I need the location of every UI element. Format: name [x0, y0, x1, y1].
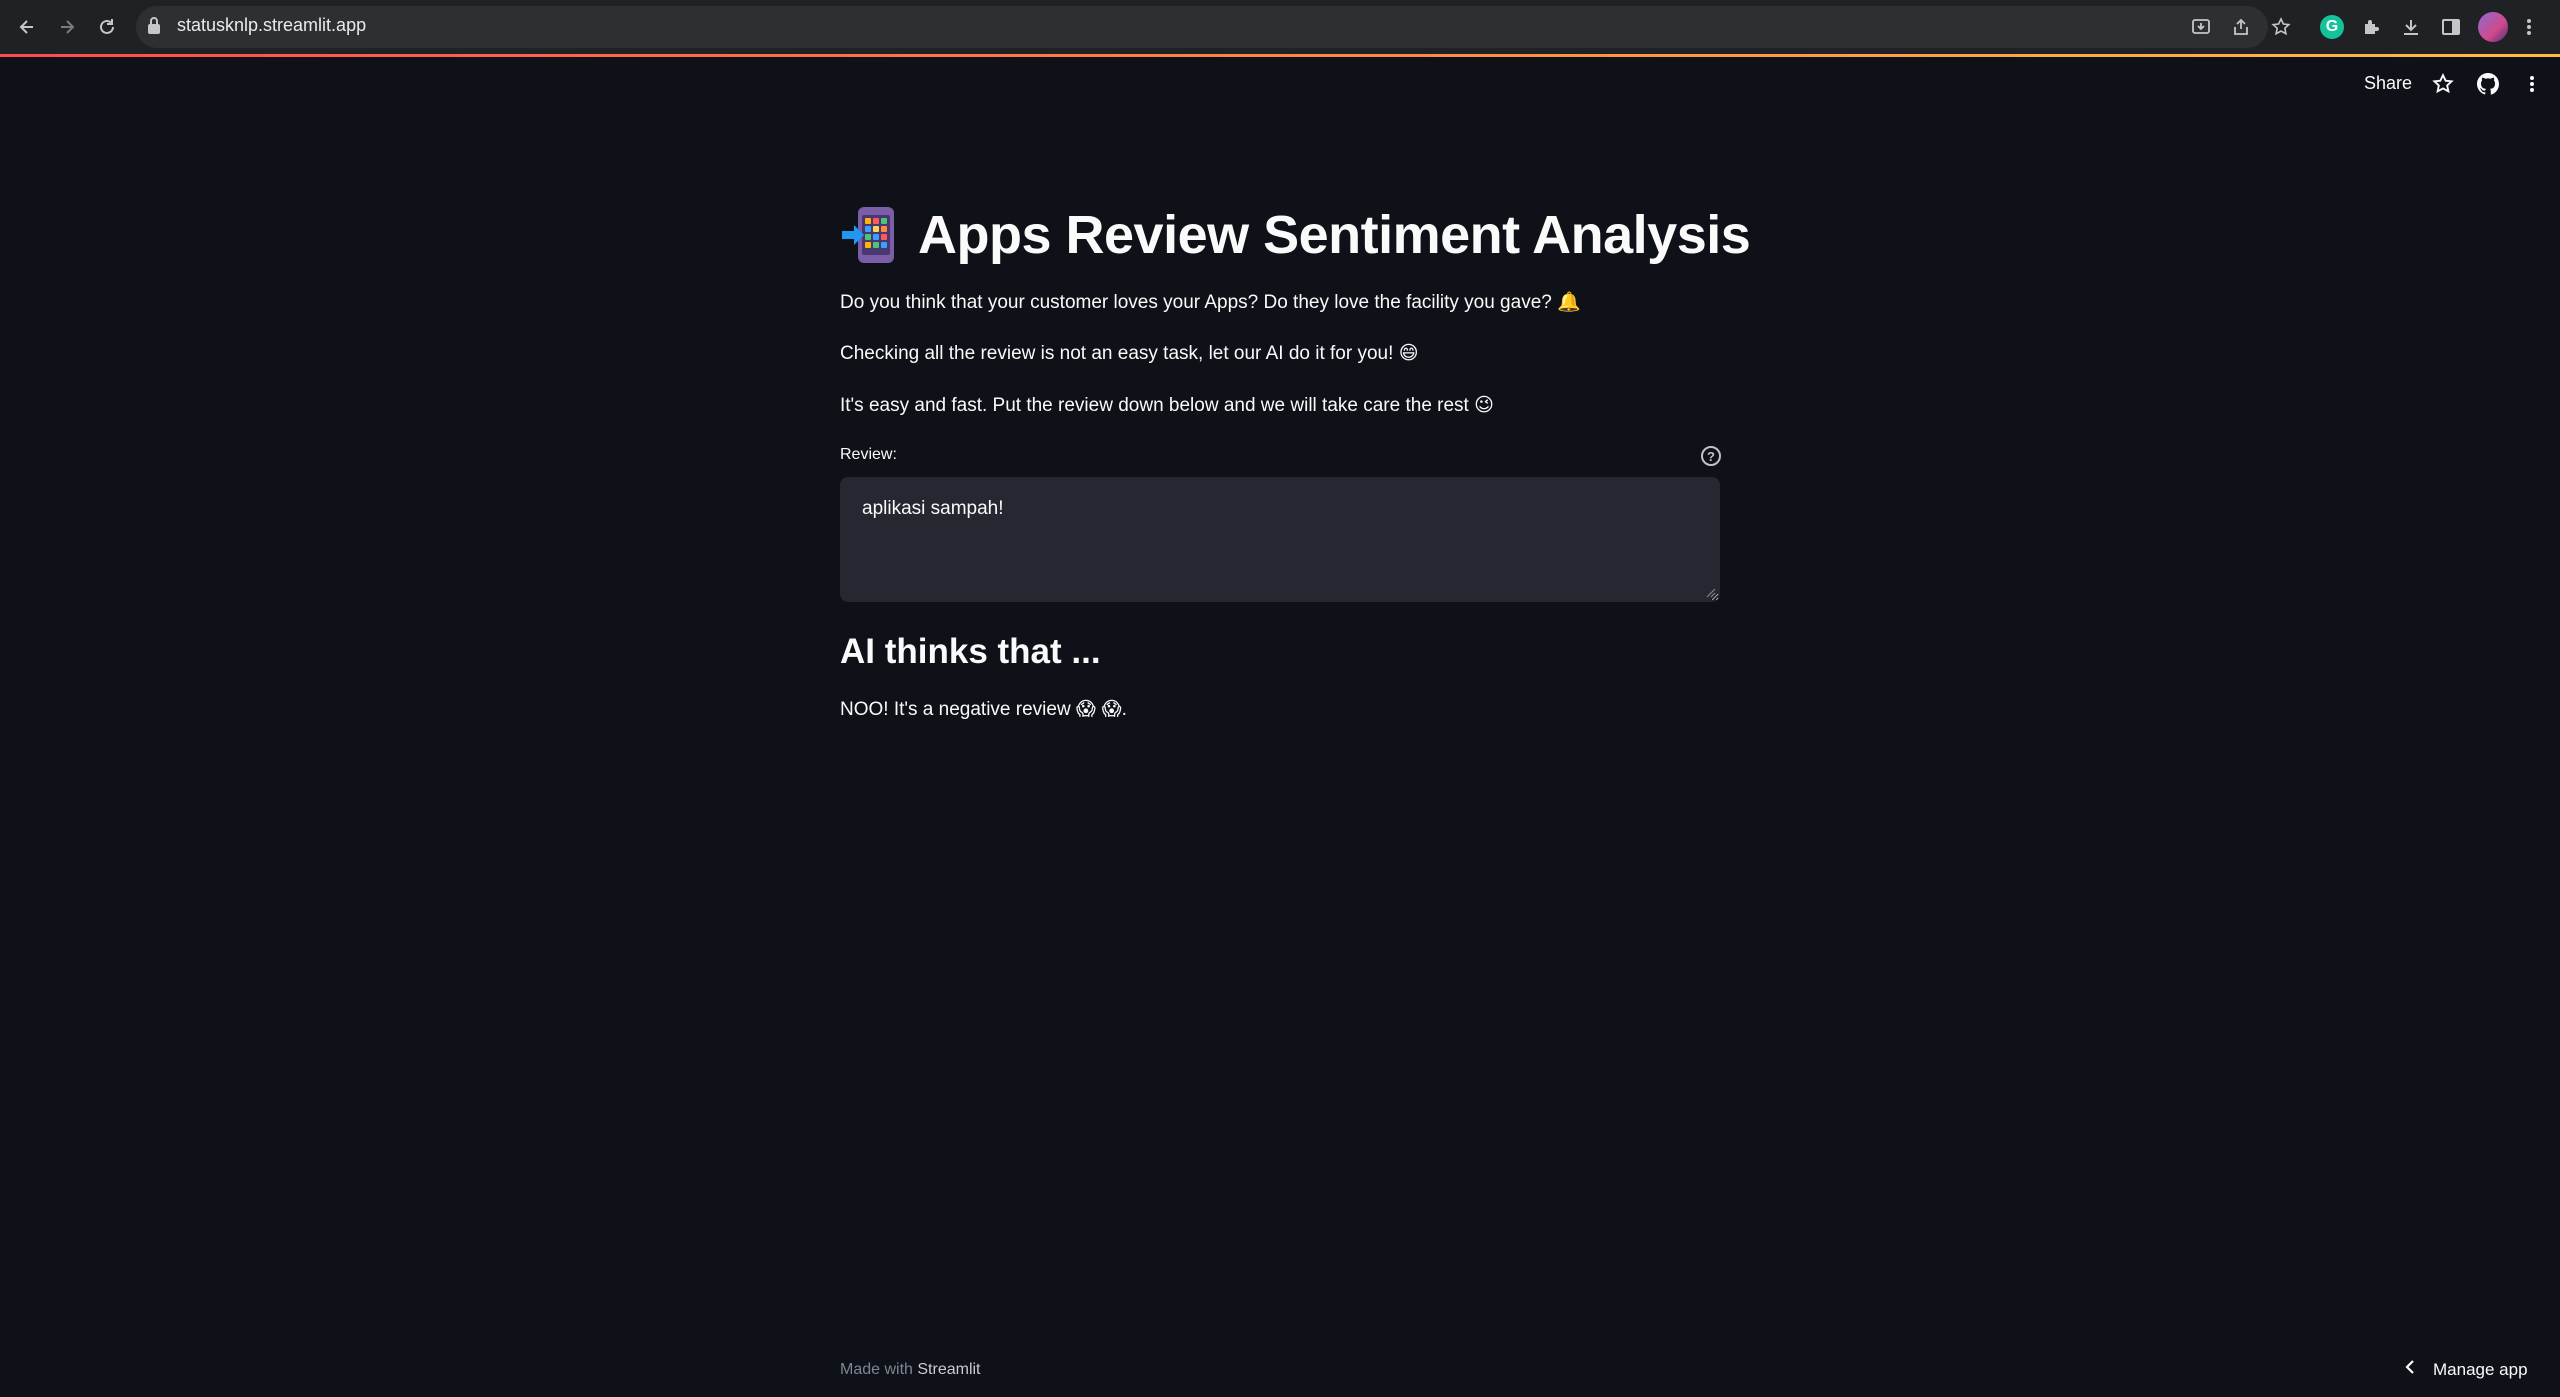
mobile-phone-arrow-emoji [842, 207, 894, 263]
review-textarea[interactable] [840, 477, 1720, 602]
share-page-icon[interactable] [2228, 14, 2254, 40]
lock-icon[interactable] [146, 16, 168, 40]
intro-paragraph-2: Checking all the review is not an easy t… [840, 342, 1419, 365]
reload-icon[interactable] [90, 10, 124, 44]
manage-app-button[interactable]: Manage app [2405, 1358, 2528, 1381]
intro-paragraph-3: It's easy and fast. Put the review down … [840, 394, 1494, 417]
browser-toolbar: statusknlp.streamlit.app G [0, 0, 2560, 54]
github-icon[interactable] [2474, 70, 2502, 98]
streamlit-top-decoration [0, 54, 2560, 57]
url-text[interactable]: statusknlp.streamlit.app [177, 15, 366, 36]
extensions-icon[interactable] [2358, 14, 2384, 40]
paragraph-text: Checking all the review is not an easy t… [840, 343, 1394, 364]
profile-avatar[interactable] [2478, 12, 2508, 42]
side-panel-icon[interactable] [2438, 14, 2464, 40]
resize-handle-icon[interactable] [1706, 588, 1716, 598]
help-icon[interactable]: ? [1701, 446, 1721, 466]
grinning-emoji: 😄 [1398, 342, 1419, 364]
share-button[interactable]: Share [2364, 73, 2412, 94]
result-text-line: NOO! It's a negative review 😱 😱. [840, 698, 1127, 721]
intro-paragraph-1: Do you think that your customer loves yo… [840, 290, 1581, 314]
result-heading: AI thinks that ... [840, 632, 1101, 671]
result-suffix: . [1121, 699, 1127, 720]
more-vertical-icon[interactable] [2518, 70, 2546, 98]
footer-streamlit-link[interactable]: Streamlit [917, 1361, 980, 1378]
bookmark-star-icon[interactable] [2268, 14, 2294, 40]
footer-made-with: Made with [840, 1361, 913, 1378]
title-text: Apps Review Sentiment Analysis [918, 205, 1751, 265]
bell-emoji: 🔔 [1557, 291, 1581, 313]
chevron-left-icon [2405, 1358, 2415, 1381]
winking-emoji: 😉 [1474, 394, 1494, 416]
grammarly-icon[interactable]: G [2320, 15, 2344, 39]
result-text: NOO! It's a negative review [840, 699, 1071, 720]
star-icon[interactable] [2429, 70, 2457, 98]
screaming-emoji: 😱 😱 [1075, 698, 1122, 720]
paragraph-text: It's easy and fast. Put the review down … [840, 395, 1469, 416]
back-icon[interactable] [10, 10, 44, 44]
footer: Made with Streamlit [840, 1361, 981, 1379]
browser-menu-icon[interactable] [2516, 14, 2542, 40]
page-title: Apps Review Sentiment Analysis [840, 200, 1751, 270]
manage-app-label: Manage app [2433, 1359, 2528, 1379]
review-label: Review: [840, 446, 897, 463]
paragraph-text: Do you think that your customer loves yo… [840, 292, 1552, 313]
address-bar[interactable] [136, 6, 2268, 48]
downloads-icon[interactable] [2398, 14, 2424, 40]
forward-icon[interactable] [50, 10, 84, 44]
install-app-icon[interactable] [2188, 14, 2214, 40]
